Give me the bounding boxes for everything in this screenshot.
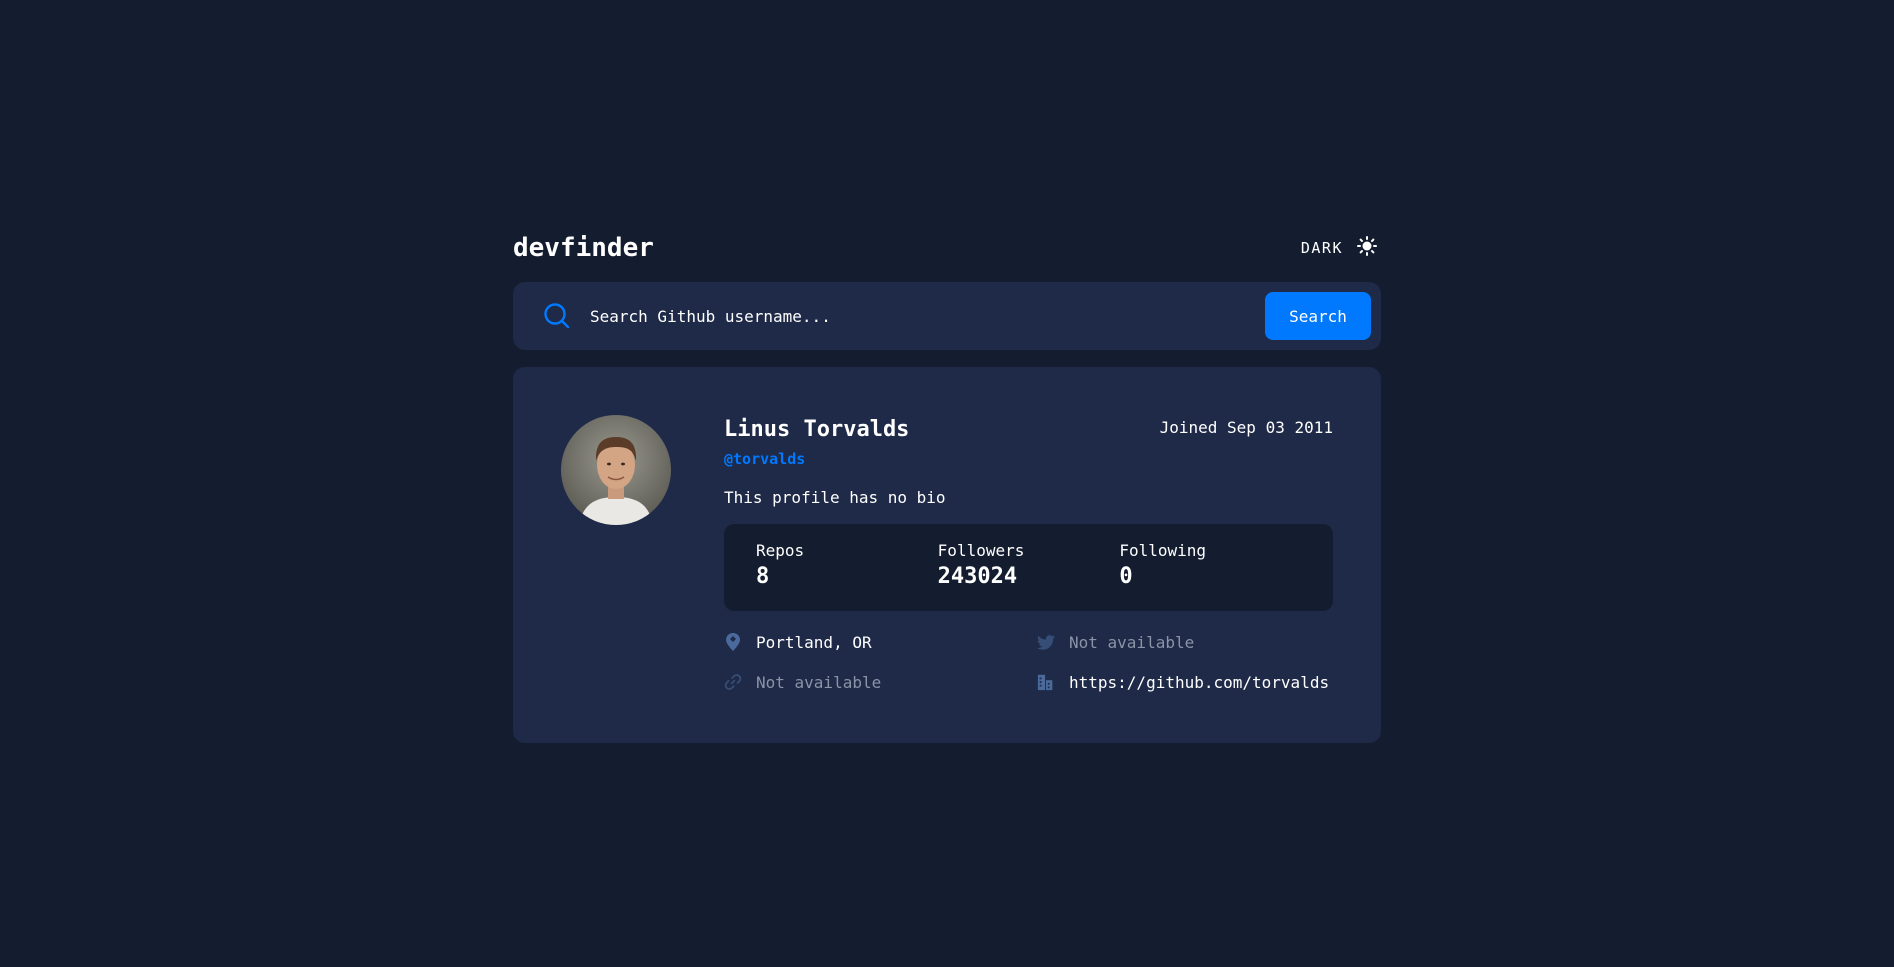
profile-card: Linus Torvalds Joined Sep 03 2011 @torva… [513,367,1381,743]
stat-label: Following [1119,541,1207,560]
stat-followers: Followers 243024 [938,541,1120,611]
blog-item: Not available [724,671,1037,693]
blog-text[interactable]: Not available [756,673,881,692]
profile-bio: This profile has no bio [724,488,946,507]
profile-content: Linus Torvalds Joined Sep 03 2011 @torva… [724,415,1333,693]
theme-label: DARK [1300,239,1343,257]
profile-links: Portland, OR Not available Not available… [724,631,1333,693]
location-pin-icon [724,633,742,651]
location-text: Portland, OR [756,632,872,652]
twitter-icon [1037,633,1055,651]
theme-toggle[interactable]: DARK [1301,236,1381,260]
stat-label: Followers [937,541,1025,560]
search-bar: Search [513,282,1381,350]
stat-value: 0 [1119,564,1133,589]
stats-panel: Repos 8 Followers 243024 Following 0 [724,524,1333,611]
twitter-text: Not available [1069,632,1195,652]
company-item: https://github.com/torvalds [1037,671,1333,693]
stat-value: 243024 [937,564,1018,589]
profile-login[interactable]: @torvalds [724,450,1333,468]
link-icon [724,673,742,691]
devfinder-app: devfinder DARK Search Github username...… [513,228,1381,743]
stat-label: Repos [756,541,805,560]
stat-following: Following 0 [1119,541,1301,611]
search-icon [543,302,571,330]
stat-repos: Repos 8 [756,541,938,611]
avatar [561,415,671,525]
company-building-icon [1037,673,1055,691]
twitter-item: Not available [1037,631,1333,653]
company-text[interactable]: https://github.com/torvalds [1069,673,1329,692]
joined-date: Joined Sep 03 2011 [1159,418,1333,437]
stat-value: 8 [756,564,770,589]
app-logo: devfinder [513,233,654,263]
search-button[interactable]: Search [1265,292,1371,340]
header: devfinder DARK [513,228,1381,268]
search-input[interactable] [588,305,1265,327]
location-item: Portland, OR [724,631,1037,653]
sun-icon [1357,236,1377,260]
